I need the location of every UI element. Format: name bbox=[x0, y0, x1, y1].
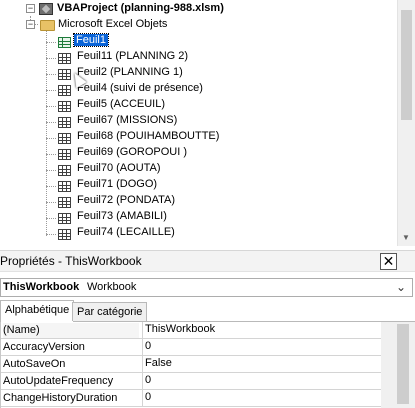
property-name: ChangeHistoryDuration bbox=[3, 392, 118, 404]
tree-item-feuil69[interactable]: Feuil69 (GOROPOUI ) bbox=[77, 146, 187, 158]
tree-connector bbox=[46, 122, 56, 123]
property-row[interactable]: ChangeHistoryDuration 0 bbox=[1, 390, 381, 407]
properties-title: Propriétés - ThisWorkbook bbox=[0, 254, 142, 268]
tree-item-feuil72[interactable]: Feuil72 (PONDATA) bbox=[77, 194, 175, 206]
sheet-icon bbox=[58, 117, 71, 128]
property-value[interactable]: 0 bbox=[142, 390, 381, 406]
properties-title-bar: Propriétés - ThisWorkbook ✕ bbox=[0, 250, 415, 272]
chevron-down-icon[interactable]: ⌄ bbox=[396, 280, 406, 294]
tree-connector bbox=[46, 154, 56, 155]
sheet-icon bbox=[58, 69, 71, 80]
tree-connector bbox=[46, 186, 56, 187]
tree-item-feuil74[interactable]: Feuil74 (LECAILLE) bbox=[77, 226, 175, 238]
tree-connector bbox=[46, 58, 56, 59]
tree-item-feuil11[interactable]: Feuil11 (PLANNING 2) bbox=[77, 50, 188, 62]
folder-icon bbox=[40, 20, 55, 31]
property-value[interactable]: 0 bbox=[142, 339, 381, 355]
sheet-icon bbox=[58, 181, 71, 192]
project-explorer-tree: − VBAProject (planning-988.xlsm) − Micro… bbox=[0, 0, 397, 246]
tree-item-feuil2[interactable]: Feuil2 (PLANNING 1) bbox=[77, 66, 183, 78]
tree-connector bbox=[46, 170, 56, 171]
tree-item-feuil4[interactable]: Feuil4 (suivi de présence) bbox=[77, 82, 203, 94]
tree-connector bbox=[46, 202, 56, 203]
object-type: Workbook bbox=[87, 281, 137, 293]
sheet-icon bbox=[58, 85, 71, 96]
property-value[interactable]: 0 bbox=[142, 373, 381, 389]
properties-grid: (Name) ThisWorkbook AccuracyVersion 0 Au… bbox=[0, 322, 381, 408]
property-name: AccuracyVersion bbox=[3, 341, 85, 353]
tree-item-feuil67[interactable]: Feuil67 (MISSIONS) bbox=[77, 114, 177, 126]
sheet-icon bbox=[58, 133, 71, 144]
property-row[interactable]: AutoSaveOn False bbox=[1, 356, 381, 373]
tree-item-feuil68[interactable]: Feuil68 (POUIHAMBOUTTE) bbox=[77, 130, 219, 142]
sheet-icon bbox=[58, 213, 71, 224]
properties-scrollbar[interactable] bbox=[381, 322, 415, 408]
tree-item-feuil1[interactable]: Feuil1 bbox=[73, 33, 109, 47]
property-name: AutoUpdateFrequency bbox=[3, 375, 114, 387]
sheet-icon bbox=[58, 53, 71, 64]
project-icon bbox=[39, 3, 53, 15]
property-row[interactable]: AutoUpdateFrequency 0 bbox=[1, 373, 381, 390]
tree-connector bbox=[46, 106, 56, 107]
tree-item-feuil73[interactable]: Feuil73 (AMABILI) bbox=[77, 210, 167, 222]
excel-objects-folder[interactable]: Microsoft Excel Objets bbox=[58, 18, 167, 30]
sheet-icon bbox=[58, 229, 71, 240]
scrollbar-thumb[interactable] bbox=[401, 10, 412, 120]
property-row[interactable]: AccuracyVersion 0 bbox=[1, 339, 381, 356]
sheet-icon bbox=[58, 149, 71, 160]
property-value[interactable]: ThisWorkbook bbox=[142, 322, 381, 338]
property-value[interactable]: False bbox=[142, 356, 381, 372]
sheet-icon bbox=[58, 165, 71, 176]
tree-scrollbar[interactable]: ▼ bbox=[397, 0, 415, 246]
sheet-icon bbox=[58, 37, 71, 48]
property-name: (Name) bbox=[3, 323, 139, 338]
tree-connector bbox=[46, 74, 56, 75]
property-row[interactable]: (Name) ThisWorkbook bbox=[1, 322, 381, 339]
tree-connector bbox=[46, 218, 56, 219]
sheet-icon bbox=[58, 101, 71, 112]
close-icon[interactable]: ✕ bbox=[380, 253, 397, 270]
sheet-icon bbox=[58, 197, 71, 208]
collapse-project-expander[interactable]: − bbox=[26, 4, 35, 13]
collapse-folder-expander[interactable]: − bbox=[26, 20, 35, 29]
tree-connector bbox=[46, 90, 56, 91]
tree-item-feuil70[interactable]: Feuil70 (AOUTA) bbox=[77, 162, 161, 174]
project-node[interactable]: VBAProject (planning-988.xlsm) bbox=[57, 2, 224, 14]
tree-connector bbox=[46, 42, 56, 43]
scrollbar-thumb[interactable] bbox=[397, 324, 409, 404]
tab-par-categorie[interactable]: Par catégorie bbox=[72, 302, 148, 321]
tree-connector bbox=[46, 234, 56, 235]
scroll-down-arrow-icon[interactable]: ▼ bbox=[402, 233, 410, 242]
tree-item-feuil5[interactable]: Feuil5 (ACCEUIL) bbox=[77, 98, 165, 110]
tab-alphabetique[interactable]: Alphabétique bbox=[0, 300, 75, 322]
property-name: AutoSaveOn bbox=[3, 358, 66, 370]
tree-item-feuil71[interactable]: Feuil71 (DOGO) bbox=[77, 178, 157, 190]
properties-tabs: Alphabétique Par catégorie bbox=[0, 300, 415, 322]
object-name: ThisWorkbook bbox=[3, 281, 80, 293]
object-select-dropdown[interactable]: ThisWorkbook Workbook ⌄ bbox=[0, 278, 413, 297]
tree-connector bbox=[46, 138, 56, 139]
tree-connector bbox=[46, 30, 47, 236]
